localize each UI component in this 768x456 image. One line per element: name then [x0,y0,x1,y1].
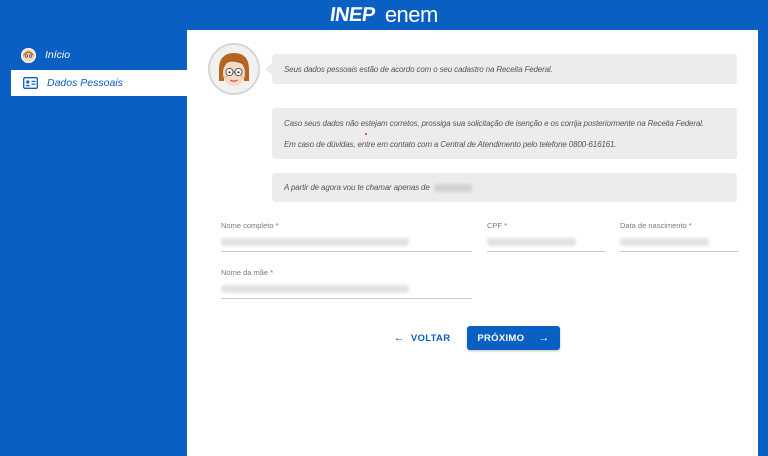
sidebar-item-label: Início [45,49,71,61]
assistant-face-icon [210,45,258,93]
chat-message: Caso seus dados não estejam corretos, pr… [284,118,704,128]
chat-message: Em caso de dúvidas, entre em contato com… [284,139,617,149]
inep-logo: INEP [328,3,377,26]
cursor-dot [365,133,367,135]
chat-bubble-status: Seus dados pessoais estão de acordo com … [265,54,737,84]
redacted-value [221,238,410,246]
assistant-avatar [208,43,260,95]
redacted-value [221,285,410,293]
id-card-icon [23,76,38,91]
chat-bubble-nickname: A partir de agora vou te chamar apenas d… [272,173,737,202]
data-nascimento-field[interactable]: Data de nascimento * [620,221,738,252]
enem-logo: enem [384,2,439,27]
redacted-value [487,238,576,246]
back-button[interactable]: ← VOLTAR [393,327,451,349]
back-button-label: VOLTAR [410,332,451,344]
redacted-value [620,238,709,246]
cpf-field[interactable]: CPF * [487,221,605,252]
main-panel: Seus dados pessoais estão de acordo com … [187,30,758,456]
next-button-label: PRÓXIMO [477,332,525,344]
sidebar-item-dados-pessoais[interactable]: Dados Pessoais [9,70,187,96]
sidebar-item-label: Dados Pessoais [47,77,123,89]
field-label: Nome da mãe * [221,268,274,277]
chat-message: Seus dados pessoais estão de acordo com … [284,64,553,74]
nome-completo-field[interactable]: Nome completo * [221,221,472,252]
redacted-name [433,183,472,192]
user-avatar-icon [21,47,36,63]
chat-bubble-info: Caso seus dados não estejam corretos, pr… [272,108,737,159]
top-bar: INEP enem [0,0,768,30]
field-label: Nome completo * [221,221,279,230]
arrow-left-icon: ← [393,332,405,344]
next-button[interactable]: PRÓXIMO → [467,326,560,350]
chat-message: A partir de agora vou te chamar apenas d… [284,183,430,192]
arrow-right-icon: → [538,332,550,344]
sidebar-item-inicio[interactable]: Início [9,42,187,68]
nome-mae-field[interactable]: Nome da mãe * [221,268,472,299]
field-label: Data de nascimento * [620,221,692,230]
sidebar: Início Dados Pessoais [9,30,187,456]
field-label: CPF * [487,221,508,230]
